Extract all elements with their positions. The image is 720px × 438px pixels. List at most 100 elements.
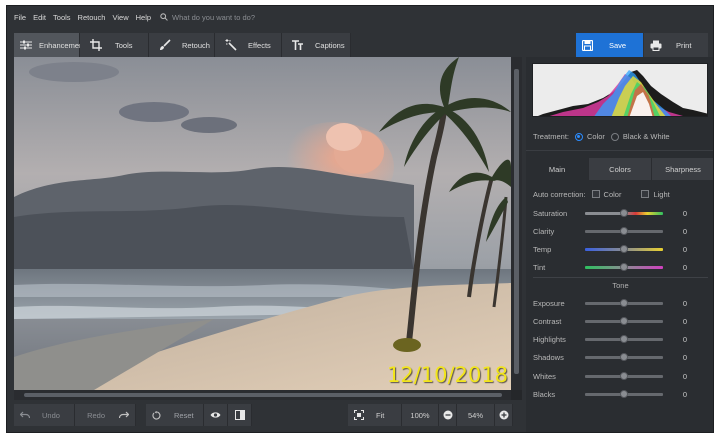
slider-handle[interactable] [620, 335, 628, 344]
zoom-out-button[interactable] [439, 404, 457, 426]
tab-tools[interactable]: Tools [80, 33, 149, 57]
tab-retouch[interactable]: Retouch [149, 33, 215, 57]
slider-track-clarity[interactable] [585, 226, 663, 235]
treatment-label: Treatment: [533, 132, 569, 141]
slider-track-temp[interactable] [585, 244, 663, 253]
plus-circle-icon [499, 410, 508, 420]
auto-light-checkbox[interactable] [641, 190, 650, 198]
date-stamp: 12/10/2018 [387, 363, 509, 387]
tab-captions[interactable]: Captions [282, 33, 351, 57]
slider-handle[interactable] [620, 244, 628, 253]
tab-captions-label: Captions [315, 40, 345, 50]
menu-retouch[interactable]: Retouch [78, 13, 106, 22]
vertical-scroll-thumb[interactable] [514, 69, 519, 374]
auto-color-checkbox[interactable] [591, 190, 600, 198]
eye-icon [210, 412, 221, 418]
search-placeholder[interactable]: What do you want to do? [172, 13, 255, 22]
slider-row-temp: Temp 0 [533, 242, 708, 256]
slider-track-exposure[interactable] [585, 298, 663, 307]
search-box[interactable]: What do you want to do? [160, 13, 255, 22]
treatment-bw-radio[interactable] [610, 132, 619, 141]
slider-track-tint[interactable] [585, 262, 663, 271]
preview-button[interactable] [204, 404, 228, 426]
slider-label: Clarity [533, 226, 555, 236]
zoom-value: 54% [457, 404, 495, 426]
adjustments-panel: Treatment: Color Black & White Main Colo… [526, 57, 713, 432]
slider-track-highlights[interactable] [585, 335, 663, 344]
reset-icon [152, 410, 161, 419]
toolbar-tabs: Enhancement Tools Retouch Effects Captio… [14, 33, 351, 57]
menu-tools[interactable]: Tools [53, 13, 71, 22]
menu-edit[interactable]: Edit [33, 13, 46, 22]
photo-canvas[interactable]: 12/10/2018 [14, 57, 522, 400]
tab-effects-label: Effects [248, 40, 271, 50]
beach-photo[interactable]: 12/10/2018 [14, 57, 511, 390]
slider-track-contrast[interactable] [585, 316, 663, 325]
compare-button[interactable] [228, 404, 252, 426]
redo-button[interactable]: Redo [75, 404, 136, 426]
tab-effects[interactable]: Effects [215, 33, 282, 57]
text-icon [292, 40, 304, 50]
auto-color-label[interactable]: Color [604, 190, 622, 199]
save-label: Save [609, 40, 627, 50]
auto-light-label[interactable]: Light [653, 190, 669, 199]
reset-label: Reset [174, 410, 194, 420]
slider-label: Blacks [533, 390, 556, 399]
magic-wand-icon [225, 39, 237, 51]
tab-enhancement[interactable]: Enhancement [14, 33, 85, 57]
slider-track-saturation[interactable] [585, 208, 663, 217]
subtab-main[interactable]: Main [526, 158, 589, 180]
slider-handle[interactable] [620, 298, 628, 307]
reset-button[interactable]: Reset [146, 404, 204, 426]
undo-button[interactable]: Undo [14, 404, 75, 426]
fit-screen-icon [354, 410, 364, 420]
zoom-in-button[interactable] [495, 404, 513, 426]
slider-handle[interactable] [620, 226, 628, 235]
menu-file[interactable]: File [14, 13, 26, 22]
zoom-100-button[interactable]: 100% [402, 404, 439, 426]
slider-row-saturation: Saturation 0 [533, 206, 708, 220]
app-window: File Edit Tools Retouch View Help What d… [6, 5, 714, 433]
slider-handle[interactable] [620, 371, 628, 380]
slider-row-contrast: Contrast 0 [533, 314, 708, 328]
menu-help[interactable]: Help [136, 13, 151, 22]
slider-handle[interactable] [620, 390, 628, 398]
horizontal-scroll-thumb[interactable] [24, 393, 502, 397]
slider-value: 0 [682, 208, 687, 218]
fit-button[interactable]: Fit [348, 404, 402, 426]
slider-value: 0 [682, 244, 687, 254]
subtab-sharpness[interactable]: Sharpness [652, 158, 713, 180]
treatment-color-radio[interactable] [574, 132, 583, 141]
undo-label: Undo [42, 410, 60, 420]
slider-row-shadows: Shadows 0 [533, 351, 708, 365]
print-button[interactable]: Print [644, 33, 708, 57]
slider-handle[interactable] [620, 208, 628, 217]
treatment-bw-label[interactable]: Black & White [623, 132, 670, 141]
horizontal-scrollbar[interactable] [14, 390, 511, 400]
save-button[interactable]: Save [576, 33, 643, 57]
slider-row-exposure: Exposure 0 [533, 296, 708, 310]
slider-label: Tint [533, 262, 546, 272]
slider-label: Shadows [533, 353, 564, 363]
subtab-colors[interactable]: Colors [589, 158, 652, 180]
printer-icon [650, 40, 662, 51]
slider-value: 0 [682, 316, 687, 326]
slider-handle[interactable] [620, 353, 628, 362]
slider-value: 0 [682, 226, 687, 236]
slider-value: 0 [682, 298, 687, 308]
tone-divider [533, 277, 708, 278]
minus-circle-icon [443, 410, 452, 420]
search-icon [160, 13, 168, 21]
slider-handle[interactable] [620, 316, 628, 325]
slider-label: Exposure [533, 298, 565, 308]
vertical-scrollbar[interactable] [511, 57, 522, 390]
slider-track-whites[interactable] [585, 371, 663, 380]
slider-track-blacks[interactable] [585, 390, 663, 398]
slider-handle[interactable] [620, 262, 628, 271]
crop-icon [90, 39, 102, 51]
menu-view[interactable]: View [112, 13, 128, 22]
treatment-color-label[interactable]: Color [587, 132, 605, 141]
slider-track-shadows[interactable] [585, 353, 663, 362]
adjustment-subtabs: Main Colors Sharpness [526, 158, 713, 180]
bottom-toolbar: Undo Redo Reset [14, 404, 252, 426]
